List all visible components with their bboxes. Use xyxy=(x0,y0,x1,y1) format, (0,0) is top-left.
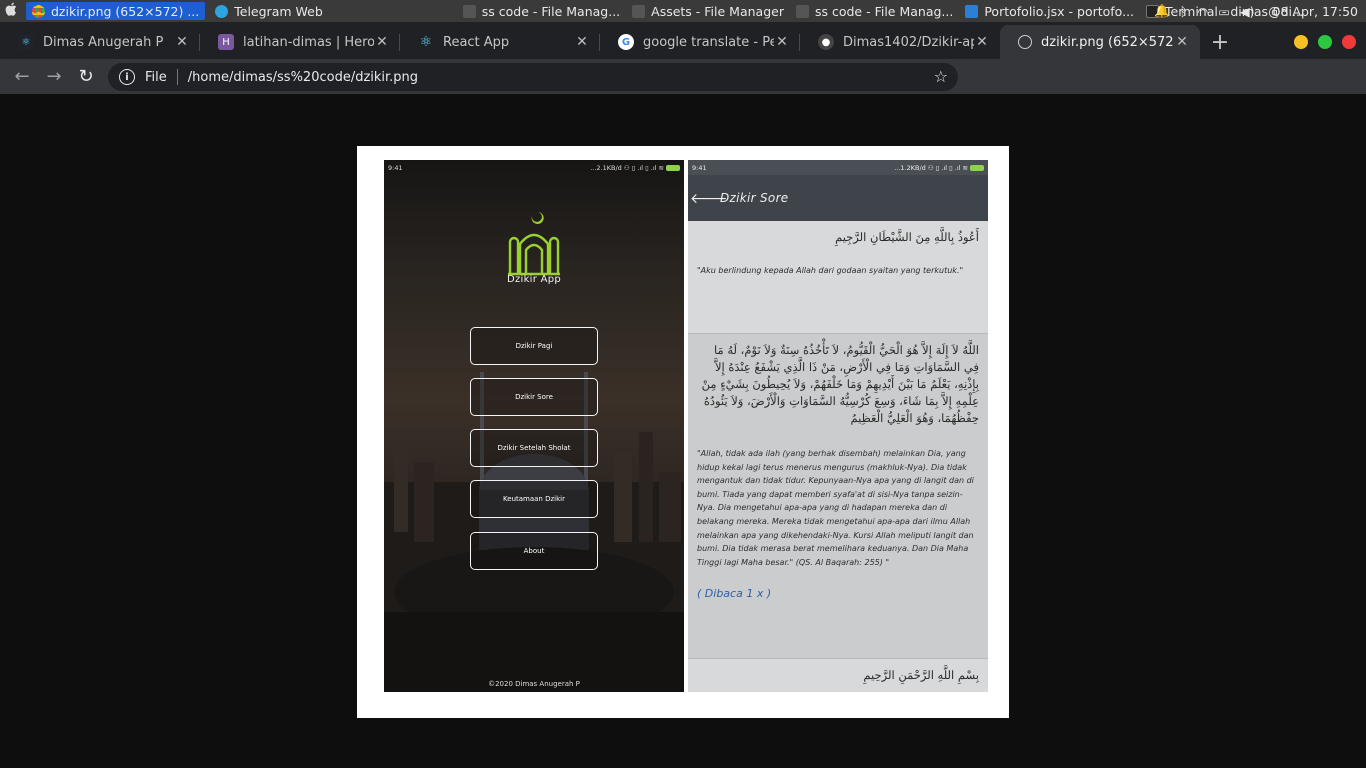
screen-title: Dzikir Sore xyxy=(720,191,789,205)
close-window-button[interactable] xyxy=(1342,35,1356,49)
chrome-icon xyxy=(32,4,45,18)
dzikir-card: بِسْمِ اللَّهِ الرَّحْمَنِ الرَّحِيمِ xyxy=(688,659,988,692)
taskbar-item-vscode[interactable]: Portofolio.jsx - portofo... xyxy=(959,0,1140,22)
translation-text: "Aku berlindung kepada Allah dari godaan… xyxy=(697,266,964,275)
dzikir-card: اللَّهُ لاَ إِلَهَ إِلاَّ هُوَ الْحَيُّ … xyxy=(688,334,988,659)
browser-tab-strip: ⚛ Dimas Anugerah P ✕ H latihan-dimas | H… xyxy=(0,22,1366,59)
browser-toolbar: ← → ↻ i File /home/dimas/ss%20code/dziki… xyxy=(0,59,1366,145)
folder-icon xyxy=(632,4,646,18)
arabic-text: اللَّهُ لاَ إِلَهَ إِلاَّ هُوَ الْحَيُّ … xyxy=(701,343,979,425)
app-title: Dzikir App xyxy=(506,274,562,285)
phone-screenshot-dzikir-sore: 9:41 ...1.2KB/d ⚇ ▯ .ıl ▯ .ıl ≋ 🡐 Dzikir… xyxy=(688,160,988,692)
status-bar: 9:41 ...2.1KB/d ⚇ ▯ .ıl ▯ .ıl ≋ xyxy=(384,160,684,175)
taskbar-item-file-manager-2[interactable]: Assets - File Manager xyxy=(626,0,790,22)
folder-icon xyxy=(462,4,476,18)
displayed-image: 9:41 ...2.1KB/d ⚇ ▯ .ıl ▯ .ıl ≋ Dzikir A… xyxy=(357,146,1009,718)
battery-icon[interactable]: ▭ xyxy=(1218,4,1230,19)
status-bar: 9:41 ...1.2KB/d ⚇ ▯ .ıl ▯ .ıl ≋ xyxy=(688,160,988,175)
copyright-footer: ©2020 Dimas Anugerah P xyxy=(488,680,580,688)
taskbar-item-image-viewer[interactable]: dzikir.png (652×572) ... xyxy=(26,2,206,20)
url-scheme: File xyxy=(145,69,167,85)
minimize-button[interactable] xyxy=(1294,35,1308,49)
read-count-label: ( Dibaca 1 x ) xyxy=(697,587,772,601)
telegram-icon xyxy=(215,4,229,18)
back-arrow-icon[interactable]: ← xyxy=(6,61,38,93)
taskbar-item-file-manager-3[interactable]: ss code - File Manag... xyxy=(790,0,959,22)
dzikir-pagi-button[interactable]: Dzikir Pagi xyxy=(470,327,598,365)
app-bar: 🡐 Dzikir Sore xyxy=(688,175,988,221)
address-bar[interactable]: i File /home/dimas/ss%20code/dzikir.png … xyxy=(108,63,958,91)
close-icon[interactable]: ✕ xyxy=(974,34,990,50)
tab-google-translate[interactable]: G google translate - Penel ✕ xyxy=(600,25,800,59)
react-icon: ⚛ xyxy=(419,34,433,50)
info-icon[interactable]: i xyxy=(119,69,135,85)
about-button[interactable]: About xyxy=(470,532,598,570)
vscode-icon xyxy=(965,4,979,18)
google-icon: G xyxy=(618,34,634,50)
taskbar-item-file-manager-1[interactable]: ss code - File Manag... xyxy=(457,0,626,22)
close-icon[interactable]: ✕ xyxy=(1174,34,1190,50)
tab-dzikir-png[interactable]: dzikir.png (652×572) ✕ xyxy=(1000,25,1200,59)
battery-icon xyxy=(666,164,680,171)
keutamaan-dzikir-button[interactable]: Keutamaan Dzikir xyxy=(470,480,598,518)
close-icon[interactable]: ✕ xyxy=(374,34,390,50)
tab-dimas-anugerah[interactable]: ⚛ Dimas Anugerah P ✕ xyxy=(0,25,200,59)
taskbar-item-telegram[interactable]: Telegram Web xyxy=(209,0,329,22)
system-tray: 🔔 ᛒ ◠ ▭ ◀) 08 Apr, 17:50 xyxy=(1154,0,1366,22)
github-icon: ● xyxy=(818,34,834,50)
back-arrow-icon[interactable]: 🡐 xyxy=(690,190,728,207)
maximize-button[interactable] xyxy=(1318,35,1332,49)
close-icon[interactable]: ✕ xyxy=(774,34,790,50)
mosque-logo-icon xyxy=(508,212,560,276)
reload-icon[interactable]: ↻ xyxy=(70,61,102,93)
url-text[interactable]: /home/dimas/ss%20code/dzikir.png xyxy=(188,70,418,85)
arabic-text: بِسْمِ اللَّهِ الرَّحْمَنِ الرَّحِيمِ xyxy=(863,668,979,682)
tab-react-app[interactable]: ⚛ React App ✕ xyxy=(400,25,600,59)
window-controls xyxy=(1294,35,1356,49)
folder-icon xyxy=(795,4,809,18)
forward-arrow-icon[interactable]: → xyxy=(38,61,70,93)
page-viewport: 9:41 ...2.1KB/d ⚇ ▯ .ıl ▯ .ıl ≋ Dzikir A… xyxy=(0,94,1366,768)
system-panel: dzikir.png (652×572) ... Telegram Web ss… xyxy=(0,0,1366,22)
translation-text: "Allah, tidak ada ilah (yang berhak dise… xyxy=(697,449,974,567)
dzikir-card: أَعُوذُ بِاللَّهِ مِنَ الشَّيْطَانِ الرَ… xyxy=(688,221,988,334)
tab-heroku[interactable]: H latihan-dimas | Heroku ✕ xyxy=(200,25,400,59)
react-icon: ⚛ xyxy=(18,34,34,50)
new-tab-button[interactable]: + xyxy=(1200,25,1240,59)
battery-icon xyxy=(970,164,984,171)
omnibox-divider xyxy=(176,69,178,85)
clock[interactable]: 08 Apr, 17:50 xyxy=(1273,4,1358,19)
phone-screenshot-menu: 9:41 ...2.1KB/d ⚇ ▯ .ıl ▯ .ıl ≋ Dzikir A… xyxy=(384,160,684,692)
apple-menu-icon[interactable] xyxy=(0,2,22,20)
dzikir-sore-button[interactable]: Dzikir Sore xyxy=(470,378,598,416)
volume-icon[interactable]: ◀) xyxy=(1240,4,1255,19)
bookmark-star-icon[interactable]: ☆ xyxy=(934,67,948,86)
arabic-text: أَعُوذُ بِاللَّهِ مِنَ الشَّيْطَانِ الرَ… xyxy=(835,230,979,244)
close-icon[interactable]: ✕ xyxy=(174,34,190,50)
globe-icon xyxy=(1018,35,1032,49)
bluetooth-icon[interactable]: ᛒ xyxy=(1180,4,1188,19)
tab-github[interactable]: ● Dimas1402/Dzikir-app_w ✕ xyxy=(800,25,1000,59)
bell-icon[interactable]: 🔔 xyxy=(1154,3,1170,19)
wifi-icon[interactable]: ◠ xyxy=(1197,4,1208,19)
close-icon[interactable]: ✕ xyxy=(574,34,590,50)
dzikir-setelah-sholat-button[interactable]: Dzikir Setelah Sholat xyxy=(470,429,598,467)
heroku-icon: H xyxy=(218,34,234,50)
